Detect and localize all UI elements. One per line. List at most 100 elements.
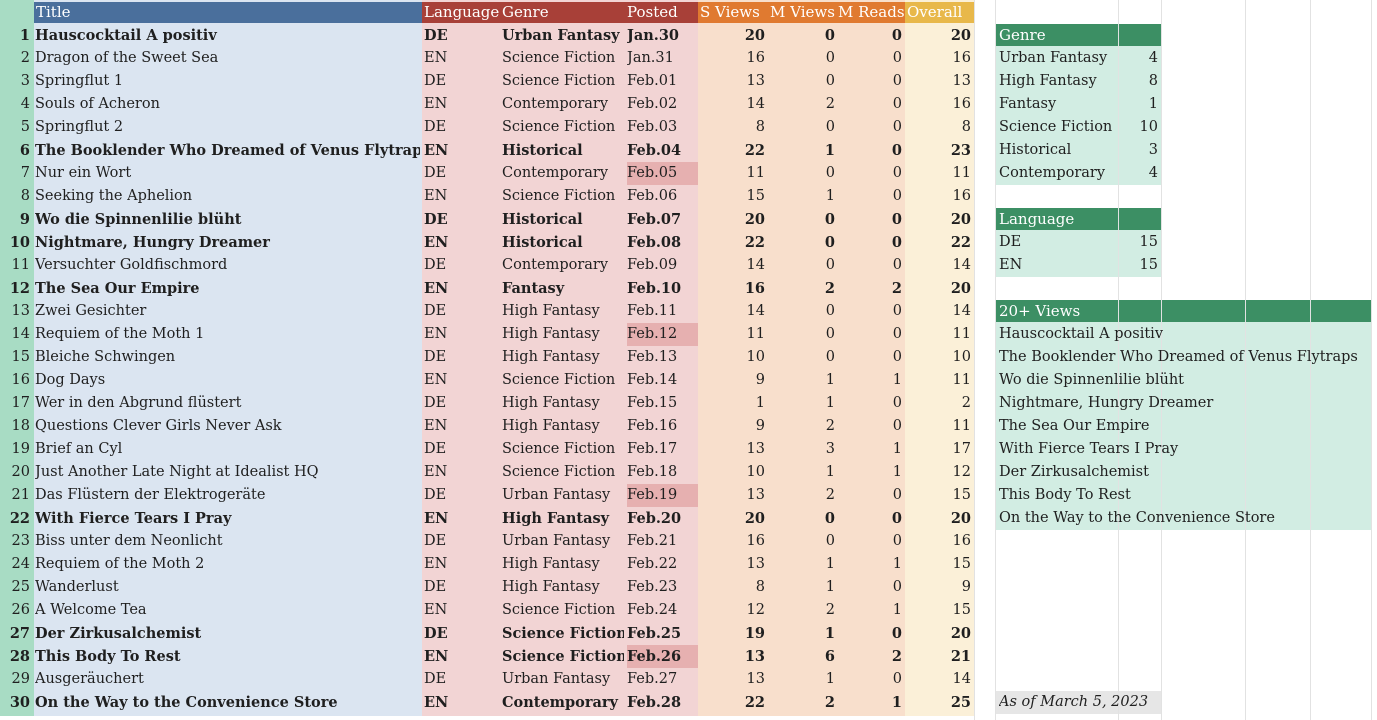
title-cell[interactable]: On the Way to the Convenience Store: [35, 691, 420, 714]
genre-summary-label[interactable]: Historical: [999, 139, 1117, 162]
m-reads-cell[interactable]: 0: [838, 24, 905, 47]
language-cell[interactable]: DE: [424, 438, 500, 461]
m-reads-cell[interactable]: 0: [838, 70, 905, 93]
row-number[interactable]: 6: [0, 139, 33, 162]
overall-cell[interactable]: 22: [905, 231, 974, 254]
title-cell[interactable]: Requiem of the Moth 2: [35, 553, 420, 576]
s-views-cell[interactable]: 11: [700, 323, 768, 346]
views-summary-item[interactable]: This Body To Rest: [999, 484, 1369, 507]
row-number[interactable]: 7: [0, 162, 33, 185]
overall-cell[interactable]: 8: [905, 116, 974, 139]
genre-cell[interactable]: Urban Fantasy: [502, 668, 624, 691]
title-cell[interactable]: The Sea Our Empire: [35, 277, 420, 300]
posted-cell[interactable]: Feb.20: [627, 507, 698, 530]
genre-summary-label[interactable]: Contemporary: [999, 162, 1117, 185]
s-views-cell[interactable]: 20: [700, 24, 768, 47]
posted-cell[interactable]: Feb.05: [627, 162, 698, 185]
title-cell[interactable]: Nightmare, Hungry Dreamer: [35, 231, 420, 254]
genre-cell[interactable]: Science Fiction: [502, 369, 624, 392]
language-cell[interactable]: DE: [424, 254, 500, 277]
s-views-cell[interactable]: 9: [700, 415, 768, 438]
m-views-cell[interactable]: 1: [768, 139, 838, 162]
overall-cell[interactable]: 21: [905, 645, 974, 668]
genre-cell[interactable]: High Fantasy: [502, 323, 624, 346]
overall-cell[interactable]: 17: [905, 438, 974, 461]
row-number[interactable]: 9: [0, 208, 33, 231]
language-cell[interactable]: DE: [424, 622, 500, 645]
m-reads-cell[interactable]: 0: [838, 254, 905, 277]
genre-cell[interactable]: High Fantasy: [502, 415, 624, 438]
row-number[interactable]: 15: [0, 346, 33, 369]
row-number[interactable]: 28: [0, 645, 33, 668]
row-number[interactable]: 18: [0, 415, 33, 438]
row-number[interactable]: 16: [0, 369, 33, 392]
row-number[interactable]: 1: [0, 24, 33, 47]
language-cell[interactable]: DE: [424, 300, 500, 323]
title-cell[interactable]: Souls of Acheron: [35, 93, 420, 116]
m-views-cell[interactable]: 1: [768, 576, 838, 599]
s-views-cell[interactable]: 13: [700, 484, 768, 507]
language-cell[interactable]: DE: [424, 70, 500, 93]
language-header[interactable]: Language: [424, 1, 500, 24]
genre-summary-label[interactable]: Science Fiction: [999, 116, 1117, 139]
language-cell[interactable]: DE: [424, 208, 500, 231]
overall-cell[interactable]: 14: [905, 254, 974, 277]
title-cell[interactable]: Nur ein Wort: [35, 162, 420, 185]
overall-cell[interactable]: 11: [905, 323, 974, 346]
title-cell[interactable]: Springflut 2: [35, 116, 420, 139]
s-views-cell[interactable]: 8: [700, 116, 768, 139]
row-number[interactable]: 26: [0, 599, 33, 622]
posted-cell[interactable]: Feb.07: [627, 208, 698, 231]
row-number[interactable]: 4: [0, 93, 33, 116]
overall-cell[interactable]: 16: [905, 185, 974, 208]
overall-cell[interactable]: 14: [905, 300, 974, 323]
language-cell[interactable]: EN: [424, 461, 500, 484]
m-views-cell[interactable]: 1: [768, 668, 838, 691]
s-views-cell[interactable]: 9: [700, 369, 768, 392]
language-summary-count[interactable]: 15: [1118, 254, 1161, 277]
title-header[interactable]: Title: [36, 1, 416, 24]
s-views-header[interactable]: S Views: [700, 1, 768, 24]
language-summary-label[interactable]: DE: [999, 231, 1117, 254]
m-views-cell[interactable]: 3: [768, 438, 838, 461]
m-reads-cell[interactable]: 0: [838, 530, 905, 553]
m-reads-cell[interactable]: 0: [838, 415, 905, 438]
language-cell[interactable]: EN: [424, 93, 500, 116]
genre-cell[interactable]: Urban Fantasy: [502, 24, 624, 47]
s-views-cell[interactable]: 16: [700, 530, 768, 553]
m-views-cell[interactable]: 1: [768, 185, 838, 208]
posted-cell[interactable]: Feb.02: [627, 93, 698, 116]
language-cell[interactable]: DE: [424, 576, 500, 599]
posted-cell[interactable]: Feb.14: [627, 369, 698, 392]
m-reads-cell[interactable]: 0: [838, 93, 905, 116]
genre-cell[interactable]: High Fantasy: [502, 392, 624, 415]
title-cell[interactable]: With Fierce Tears I Pray: [35, 507, 420, 530]
m-views-cell[interactable]: 0: [768, 346, 838, 369]
overall-cell[interactable]: 11: [905, 162, 974, 185]
m-reads-cell[interactable]: 0: [838, 668, 905, 691]
row-number[interactable]: 22: [0, 507, 33, 530]
row-number[interactable]: 21: [0, 484, 33, 507]
m-views-cell[interactable]: 2: [768, 277, 838, 300]
s-views-cell[interactable]: 10: [700, 346, 768, 369]
s-views-cell[interactable]: 22: [700, 691, 768, 714]
language-cell[interactable]: EN: [424, 553, 500, 576]
genre-cell[interactable]: Science Fiction: [502, 622, 624, 645]
posted-cell[interactable]: Feb.28: [627, 691, 698, 714]
s-views-cell[interactable]: 13: [700, 553, 768, 576]
row-number[interactable]: 25: [0, 576, 33, 599]
language-cell[interactable]: DE: [424, 116, 500, 139]
s-views-cell[interactable]: 22: [700, 139, 768, 162]
overall-cell[interactable]: 14: [905, 668, 974, 691]
language-summary-label[interactable]: EN: [999, 254, 1117, 277]
m-reads-cell[interactable]: 2: [838, 277, 905, 300]
overall-cell[interactable]: 11: [905, 369, 974, 392]
overall-cell[interactable]: 16: [905, 530, 974, 553]
overall-cell[interactable]: 20: [905, 622, 974, 645]
views-summary-item[interactable]: The Sea Our Empire: [999, 415, 1369, 438]
language-cell[interactable]: EN: [424, 185, 500, 208]
m-views-cell[interactable]: 1: [768, 553, 838, 576]
m-views-cell[interactable]: 0: [768, 507, 838, 530]
genre-header[interactable]: Genre: [502, 1, 622, 24]
title-cell[interactable]: Hauscocktail A positiv: [35, 24, 420, 47]
